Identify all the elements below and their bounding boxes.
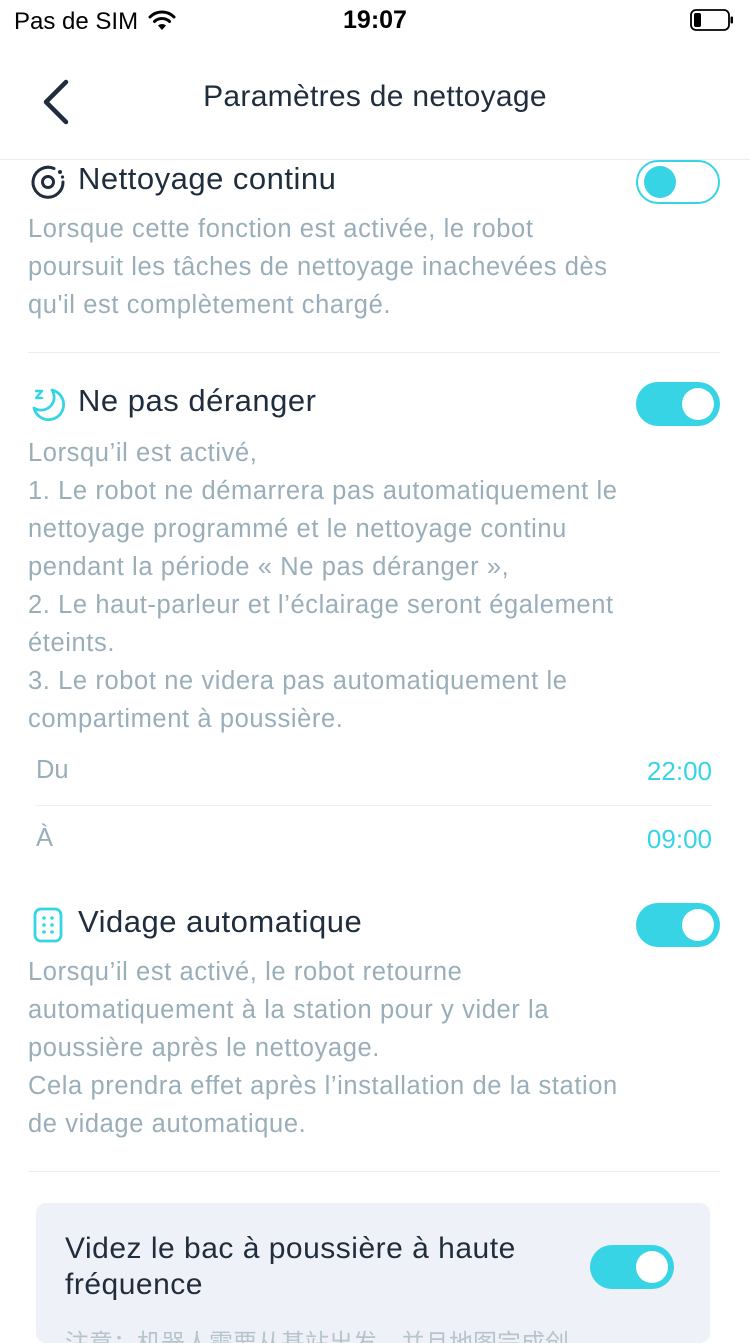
high-frequency-note: 注意：机器人需要从基站出发，并且地图完成创	[65, 1323, 569, 1343]
toggle-knob	[636, 1251, 668, 1283]
toggle-knob	[682, 909, 714, 941]
do-not-disturb-title: Ne pas déranger	[78, 383, 317, 418]
continuous-cleaning-header: Nettoyage continu	[28, 160, 720, 206]
high-frequency-card: Videz le bac à poussière à haute fréquen…	[36, 1203, 710, 1343]
continuous-cleaning-title: Nettoyage continu	[78, 161, 337, 196]
dust-bin-icon	[33, 907, 63, 943]
continuous-cleaning-description: Lorsque cette fonction est activée, le r…	[28, 215, 608, 319]
auto-empty-header: Vidage automatique	[28, 903, 720, 949]
clock: 19:07	[343, 6, 407, 34]
moon-icon	[32, 388, 65, 421]
do-not-disturb-toggle[interactable]	[636, 382, 720, 426]
dnd-end-row[interactable]: À 09:00	[36, 810, 712, 870]
battery-icon	[690, 9, 733, 31]
divider	[36, 805, 712, 806]
auto-empty-toggle[interactable]	[636, 903, 720, 947]
dnd-start-time[interactable]: 22:00	[647, 756, 712, 787]
continuous-cleaning-toggle[interactable]	[636, 160, 720, 204]
do-not-disturb-description: Lorsqu’il est activé, 1. Le robot ne dém…	[28, 439, 618, 733]
status-bar: Pas de SIM 19:07	[0, 0, 750, 40]
nav-header: Paramètres de nettoyage	[0, 40, 750, 160]
do-not-disturb-header: Ne pas déranger	[28, 382, 720, 428]
divider	[28, 1171, 720, 1172]
auto-empty-description: Lorsqu’il est activé, le robot retourne …	[28, 958, 618, 1138]
dnd-end-label: À	[36, 824, 54, 852]
auto-empty-title: Vidage automatique	[78, 904, 363, 939]
dnd-end-time[interactable]: 09:00	[647, 824, 712, 855]
toggle-knob	[682, 388, 714, 420]
high-frequency-toggle[interactable]	[590, 1245, 674, 1289]
divider	[28, 352, 720, 353]
high-frequency-title: Videz le bac à poussière à haute fréquen…	[65, 1232, 516, 1301]
dnd-start-row[interactable]: Du 22:00	[36, 742, 712, 802]
page-title: Paramètres de nettoyage	[203, 80, 547, 113]
continuous-clean-icon	[31, 165, 65, 199]
toggle-knob	[644, 166, 676, 198]
dnd-start-label: Du	[36, 756, 69, 784]
